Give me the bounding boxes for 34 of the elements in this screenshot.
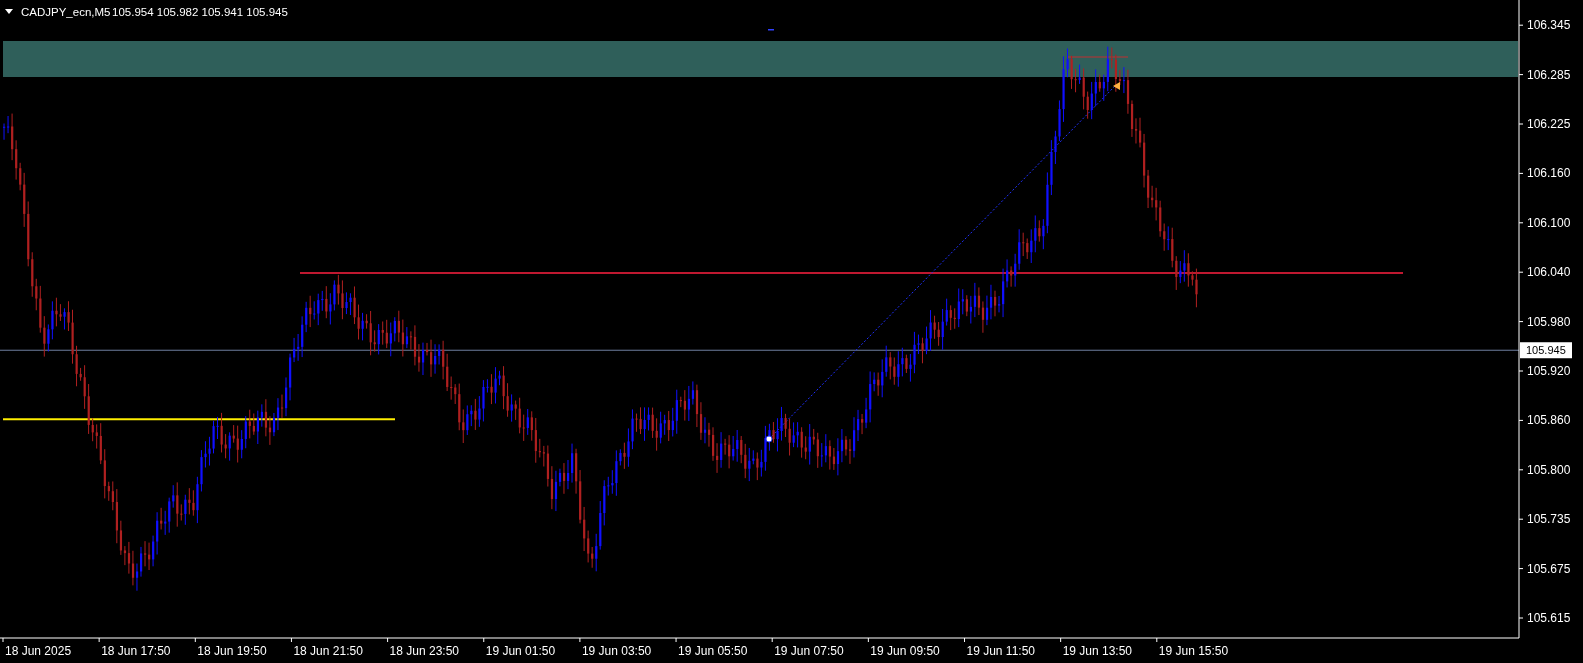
price-tick-label: 106.160 <box>1527 166 1571 181</box>
price-tick-label: 105.980 <box>1527 314 1571 329</box>
time-tick-label: 19 Jun 11:50 <box>966 644 1035 658</box>
time-tick-label: 19 Jun 09:50 <box>870 644 940 658</box>
price-tick-label: 105.860 <box>1527 413 1571 428</box>
time-tick-label: 18 Jun 2025 <box>5 644 72 658</box>
time-tick-label: 18 Jun 23:50 <box>389 644 459 658</box>
price-tick-label: 106.040 <box>1527 265 1571 280</box>
price-tick-label: 105.920 <box>1527 364 1571 378</box>
time-tick-label: 18 Jun 17:50 <box>101 644 171 658</box>
time-tick-label: 18 Jun 21:50 <box>293 644 363 658</box>
price-tick-label: 106.285 <box>1527 67 1571 82</box>
high-marker-line <box>1067 56 1129 58</box>
dash-marker <box>768 29 774 31</box>
ohlc-quotes: 105.954 105.982 105.941 105.945 <box>112 6 288 18</box>
time-tick-label: 19 Jun 15:50 <box>1158 644 1229 658</box>
time-tick-label: 19 Jun 05:50 <box>678 644 748 658</box>
time-tick-label: 19 Jun 13:50 <box>1062 644 1133 658</box>
price-tick-label: 105.615 <box>1527 611 1571 625</box>
price-tick-label: 105.675 <box>1527 561 1571 576</box>
symbol-title: CADJPY_ecn,M5 <box>21 6 111 18</box>
price-tick-label: 106.345 <box>1527 18 1571 33</box>
target-icon <box>765 435 773 443</box>
price-tick-label: 106.100 <box>1527 215 1571 230</box>
arrow-marker-icon <box>1113 82 1120 90</box>
price-tick-label: 105.735 <box>1527 512 1571 527</box>
menu-caret-icon[interactable] <box>5 9 13 14</box>
price-tick-label: 105.800 <box>1527 462 1571 477</box>
time-tick-label: 19 Jun 07:50 <box>774 644 844 658</box>
time-tick-label: 19 Jun 01:50 <box>485 644 556 658</box>
price-tick-label: 106.225 <box>1527 117 1571 131</box>
time-tick-label: 18 Jun 19:50 <box>197 644 267 658</box>
current-price-label: 105.945 <box>1520 342 1572 359</box>
time-tick-label: 19 Jun 03:50 <box>581 644 652 658</box>
